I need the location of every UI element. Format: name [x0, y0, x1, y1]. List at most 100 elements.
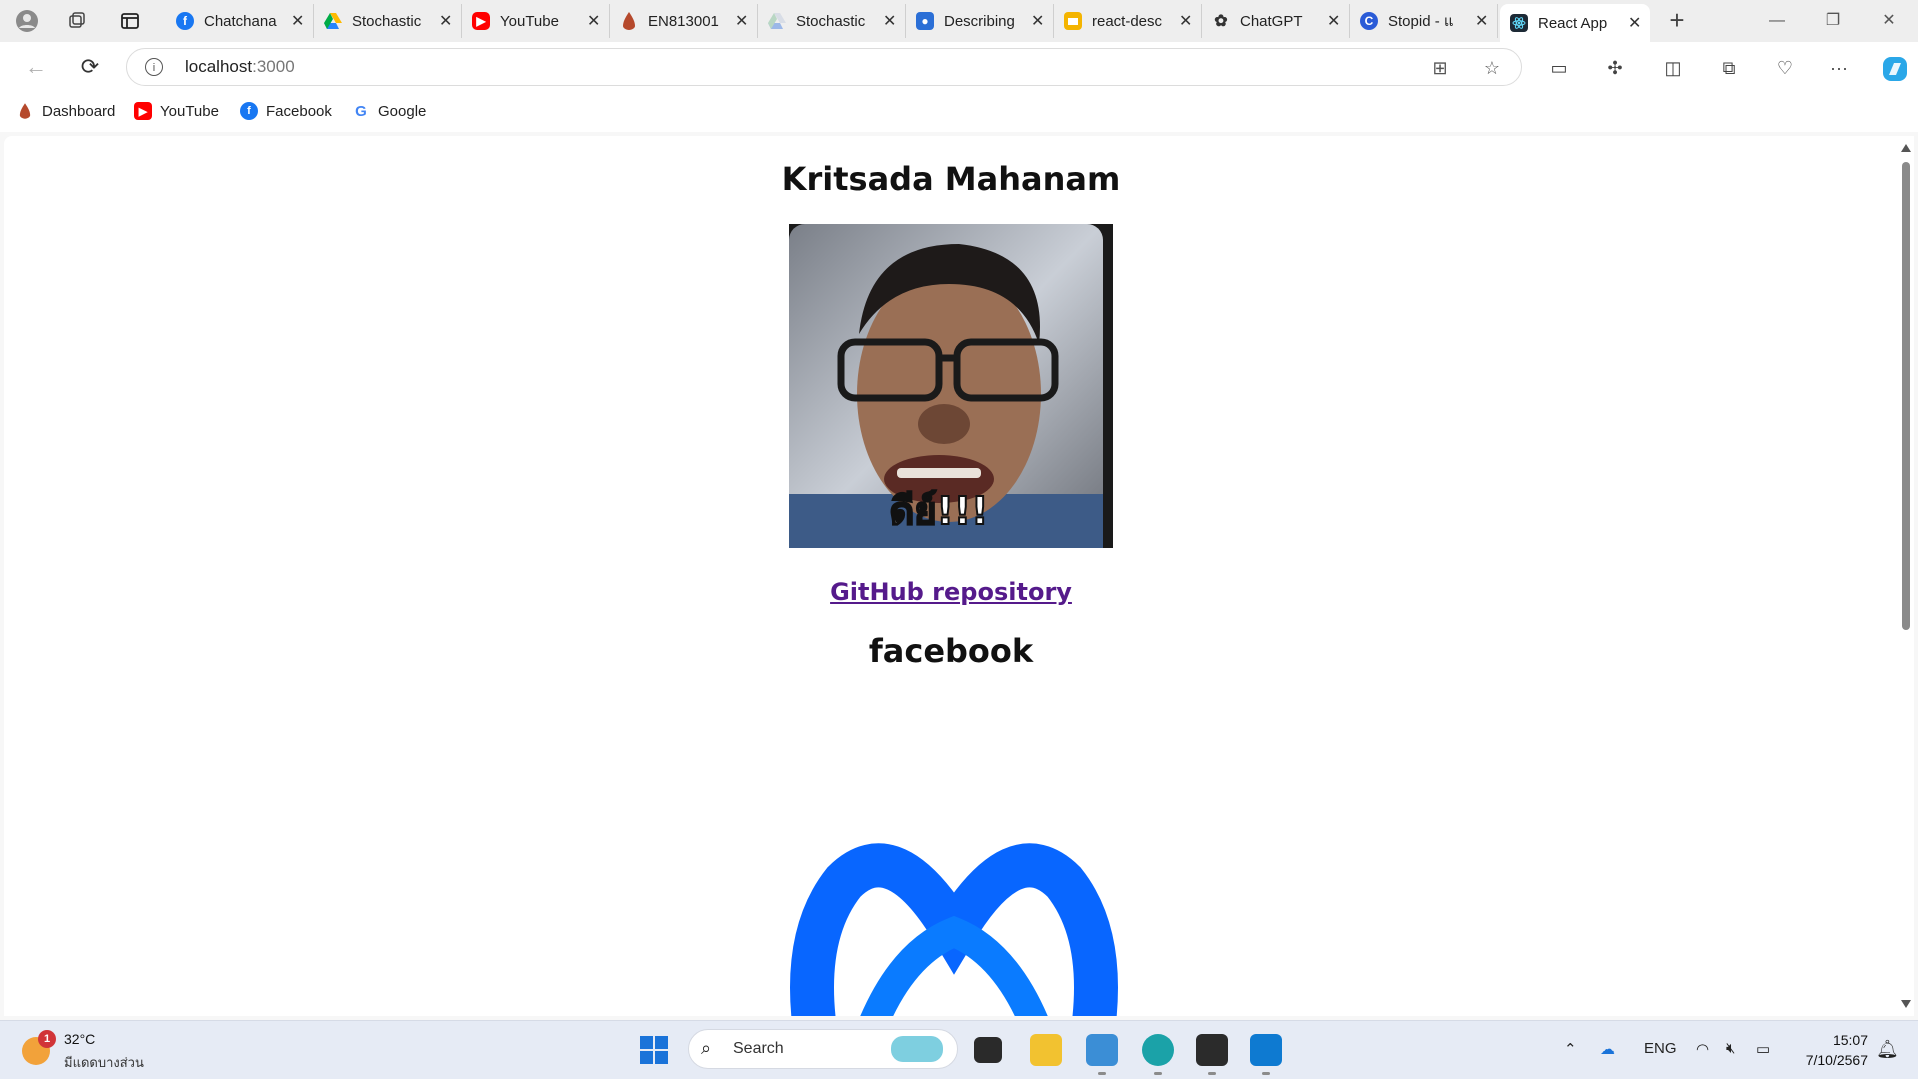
scroll-thumb[interactable] [1902, 162, 1910, 630]
photo-caption: ดีย์!!! [890, 489, 989, 533]
bookmark-google[interactable]: G Google [352, 102, 426, 120]
meta-logo-icon [784, 822, 1124, 1016]
youtube-icon: ▶ [134, 102, 152, 120]
tab-describing[interactable]: ● Describing ✕ [906, 4, 1054, 38]
tab-stochastic-1[interactable]: Stochastic ✕ [314, 4, 462, 38]
weather-description[interactable]: มีแดดบางส่วน [64, 1052, 144, 1073]
battery-icon[interactable]: ▭ [1756, 1040, 1770, 1058]
extensions-icon[interactable]: ✣ [1602, 55, 1628, 81]
taskbar-search[interactable]: ⌕ Search [688, 1029, 958, 1069]
tab-react-app[interactable]: React App ✕ [1500, 4, 1650, 42]
file-explorer-icon[interactable] [1030, 1034, 1062, 1066]
url-host: localhost [185, 57, 253, 76]
github-repository-link[interactable]: GitHub repository [830, 578, 1072, 606]
clock-date: 7/10/2567 [1805, 1052, 1868, 1068]
wifi-icon[interactable]: ◠ [1696, 1040, 1709, 1058]
close-window-button[interactable]: ✕ [1866, 6, 1912, 36]
tab-title: ChatGPT [1240, 12, 1303, 30]
tab-title: React App [1538, 14, 1608, 32]
tab-en813001[interactable]: EN813001 ✕ [610, 4, 758, 38]
react-icon [1510, 14, 1528, 32]
scroll-down-arrow[interactable] [1901, 1000, 1911, 1008]
show-hidden-icons[interactable]: ⌃ [1564, 1040, 1577, 1058]
copilot-icon[interactable] [1880, 55, 1910, 81]
terminal-icon[interactable] [1196, 1034, 1228, 1075]
page-title: Kritsada Mahanam [781, 160, 1121, 198]
snipping-tool-icon[interactable] [1086, 1034, 1118, 1075]
tab-title: Describing [944, 12, 1015, 30]
close-icon[interactable]: ✕ [291, 11, 305, 31]
task-view-icon[interactable] [974, 1037, 1002, 1063]
bookmark-dashboard[interactable]: Dashboard [16, 102, 115, 120]
start-button[interactable] [640, 1036, 668, 1064]
edge-icon[interactable] [1142, 1034, 1174, 1075]
address-bar[interactable]: i localhost:3000 ⊞ ☆ [126, 48, 1522, 86]
app-available-icon[interactable]: ⊞ [1429, 57, 1451, 79]
refresh-icon[interactable]: ⟳ [76, 53, 104, 81]
google-drive-icon [768, 12, 786, 30]
tab-title: Stochastic [352, 12, 422, 30]
bookmark-label: YouTube [160, 102, 219, 120]
onedrive-icon[interactable]: ☁ [1600, 1040, 1615, 1058]
page-scrollbar[interactable] [1898, 136, 1914, 1016]
close-icon[interactable]: ✕ [883, 11, 897, 31]
close-icon[interactable]: ✕ [1475, 11, 1489, 31]
more-menu-icon[interactable]: ··· [1826, 55, 1852, 81]
openai-icon: ✿ [1214, 13, 1228, 30]
windows-taskbar: 1 32°C มีแดดบางส่วน ⌕ Search ⌃ ☁ ENG ◠ 🔇… [0, 1020, 1918, 1079]
profile-photo: ดีย์!!! [789, 224, 1113, 548]
google-drive-icon [324, 12, 342, 30]
bookmark-youtube[interactable]: ▶ YouTube [134, 102, 219, 120]
minimize-button[interactable]: — [1754, 6, 1800, 36]
browser-essentials-icon[interactable]: ♡ [1772, 55, 1798, 81]
weather-temperature[interactable]: 32°C [64, 1031, 95, 1047]
tab-actions-icon[interactable] [117, 8, 143, 34]
profile-icon[interactable] [14, 8, 40, 34]
clock[interactable]: 15:07 7/10/2567 [1792, 1030, 1868, 1070]
copilot-icon: C [1360, 12, 1378, 30]
moodle-icon [620, 12, 638, 30]
site-info-icon[interactable]: i [145, 58, 163, 76]
new-tab-button[interactable]: + [1662, 6, 1692, 36]
tab-title: react-desc [1092, 12, 1163, 30]
address-url[interactable]: localhost:3000 [185, 57, 295, 77]
search-icon: ⌕ [701, 1038, 712, 1058]
weather-badge: 1 [38, 1030, 56, 1048]
volume-muted-icon[interactable]: 🔇︎ [1726, 1040, 1735, 1057]
tab-title: Stochastic [796, 12, 866, 30]
tab-stopid[interactable]: C Stopid - แ ✕ [1350, 4, 1498, 38]
reading-view-icon[interactable]: ▭ [1546, 55, 1572, 81]
scroll-up-arrow[interactable] [1901, 144, 1911, 152]
tab-youtube[interactable]: ▶ YouTube ✕ [462, 4, 610, 38]
close-icon[interactable]: ✕ [1031, 11, 1045, 31]
tab-chatchana[interactable]: f Chatchana ✕ [166, 4, 314, 38]
youtube-icon: ▶ [472, 12, 490, 30]
split-screen-icon[interactable]: ◫ [1660, 55, 1686, 81]
tab-react-desc[interactable]: react-desc ✕ [1054, 4, 1202, 38]
repo-link-wrapper: GitHub repository [4, 578, 1898, 606]
tab-stochastic-2[interactable]: Stochastic ✕ [758, 4, 906, 38]
google-icon: G [355, 102, 367, 120]
collections-icon[interactable]: ⧉ [1716, 55, 1742, 81]
facebook-icon: f [240, 102, 258, 120]
close-icon[interactable]: ✕ [1179, 11, 1193, 31]
search-placeholder: Search [733, 1040, 784, 1057]
tab-chatgpt[interactable]: ✿ ChatGPT ✕ [1202, 4, 1350, 38]
favorite-star-icon[interactable]: ☆ [1481, 57, 1503, 79]
language-indicator[interactable]: ENG [1644, 1040, 1677, 1057]
back-icon[interactable]: ← [22, 53, 50, 81]
close-icon[interactable]: ✕ [1327, 11, 1341, 31]
tab-strip: f Chatchana ✕ Stochastic ✕ ▶ YouTube ✕ E… [0, 0, 1918, 42]
facebook-heading: facebook [868, 632, 1034, 670]
close-icon[interactable]: ✕ [1628, 13, 1642, 33]
tab-title: Chatchana [204, 12, 277, 30]
notification-bell-icon[interactable]: 🔔︎ [1876, 1039, 1899, 1060]
close-icon[interactable]: ✕ [439, 11, 453, 31]
clock-time: 15:07 [1832, 1032, 1868, 1048]
restore-button[interactable]: ❐ [1810, 6, 1856, 36]
close-icon[interactable]: ✕ [735, 11, 749, 31]
close-icon[interactable]: ✕ [587, 11, 601, 31]
bookmark-facebook[interactable]: f Facebook [240, 102, 332, 120]
vscode-icon[interactable] [1250, 1034, 1282, 1075]
workspaces-icon[interactable] [64, 8, 90, 34]
